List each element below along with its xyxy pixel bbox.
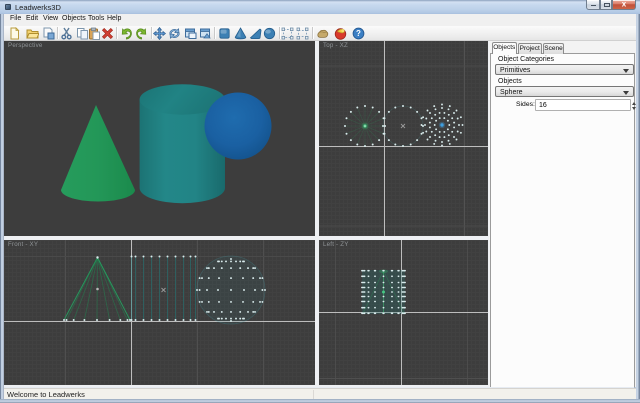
- svg-text:?: ?: [356, 29, 361, 38]
